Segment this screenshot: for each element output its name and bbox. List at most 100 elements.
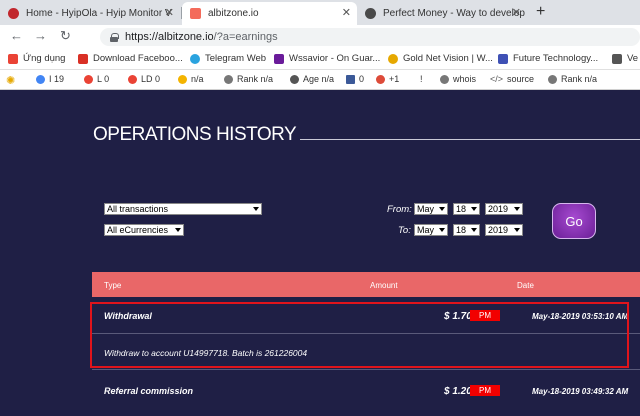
row-date: May-18-2019 03:49:32 AM <box>532 387 629 396</box>
albitzone-icon <box>190 8 201 19</box>
browser-toolbar: ← → ↻ https://albitzone.io/?a=earnings <box>0 25 640 49</box>
bookmark-telegram[interactable]: Telegram Web <box>190 53 266 64</box>
to-year-select[interactable]: 2019 <box>485 224 523 236</box>
ext-facebook[interactable]: 0 <box>346 74 364 84</box>
currency-select[interactable]: All eCurrencies <box>104 224 184 236</box>
seo-extension-bar: ✺ I 19 L 0 LD 0 n/a Rank n/a Age n/a 0 +… <box>0 70 640 90</box>
url-host: https://albitzone.io <box>125 31 214 43</box>
ext-age[interactable]: Age n/a <box>290 74 334 84</box>
new-tab-icon[interactable]: + <box>536 3 545 21</box>
transaction-type-select[interactable]: All transactions <box>104 203 262 215</box>
highlight-annotation-box <box>90 302 629 368</box>
globe-icon <box>365 8 376 19</box>
wssavior-icon <box>274 53 284 64</box>
bookmark-gold-net-vision[interactable]: Gold Net Vision | W... <box>388 53 493 64</box>
whois-icon <box>440 74 449 84</box>
bookmark-facebook-download[interactable]: Download Faceboo... <box>78 53 183 64</box>
facebook-icon <box>346 74 355 84</box>
bookmark-label: Ve <box>627 53 639 64</box>
select-value: All eCurrencies <box>107 225 169 235</box>
bookmark-label: Ứng dụng <box>23 53 66 64</box>
chevron-down-icon <box>439 207 445 211</box>
future-tech-icon <box>498 53 508 64</box>
ext-links[interactable]: L 0 <box>84 74 109 84</box>
chevron-down-icon <box>471 207 477 211</box>
to-month-select[interactable]: May <box>414 224 448 236</box>
chevron-down-icon <box>439 228 445 232</box>
bookmark-label: Telegram Web <box>205 53 267 64</box>
bookmark-apps[interactable]: Ứng dụng <box>8 53 65 64</box>
bookmark-label: Download Faceboo... <box>93 53 183 64</box>
ext-label: L 0 <box>97 74 110 84</box>
bookmark-wssavior[interactable]: Wssavior - On Guar... <box>274 53 380 64</box>
tab-perfect-money[interactable]: Perfect Money - Way to develop ✕ <box>357 2 527 25</box>
ext-whois[interactable]: whois <box>440 74 476 84</box>
url-path: /?a=earnings <box>213 31 278 43</box>
ext-google-index[interactable]: I 19 <box>36 74 64 84</box>
tab-albitzone[interactable]: albitzone.io ✕ <box>182 2 357 25</box>
bookmark-ve[interactable]: Ve <box>612 53 638 64</box>
bookmarks-bar: Ứng dụng Download Faceboo... Telegram We… <box>0 49 640 70</box>
column-header-type: Type <box>104 281 122 290</box>
bookmark-future-technology[interactable]: Future Technology... <box>498 53 598 64</box>
hyipola-icon <box>8 8 19 19</box>
download-icon <box>78 53 88 64</box>
ext-rank[interactable]: Rank n/a <box>224 74 273 84</box>
from-month-select[interactable]: May <box>414 203 448 215</box>
bookmark-label: Gold Net Vision | W... <box>403 53 493 64</box>
select-value: May <box>417 225 435 235</box>
close-icon[interactable]: ✕ <box>342 6 351 19</box>
ext-alert[interactable]: ! <box>420 74 423 84</box>
links-icon <box>84 74 93 84</box>
rank-icon <box>224 74 233 84</box>
tab-label: Home - HyipOla - Hyip Monitor V <box>26 8 172 19</box>
select-value: May <box>417 204 435 214</box>
back-icon[interactable]: ← <box>10 28 23 43</box>
forward-icon[interactable]: → <box>34 28 47 43</box>
lock-icon <box>110 32 119 42</box>
from-day-select[interactable]: 18 <box>453 203 480 215</box>
table-row: Referral commission $ 1.20 PM May-18-201… <box>92 384 640 400</box>
select-value: 18 <box>456 225 467 235</box>
column-header-amount: Amount <box>370 281 398 290</box>
ext-source[interactable]: </> source <box>490 74 534 84</box>
go-button[interactable]: Go <box>552 203 596 239</box>
row-divider <box>92 369 640 370</box>
ext-label: Rank n/a <box>561 74 598 84</box>
bookmark-label: Future Technology... <box>513 53 599 64</box>
from-year-select[interactable]: 2019 <box>485 203 523 215</box>
select-value: 2019 <box>488 204 509 214</box>
links-icon <box>128 74 137 84</box>
bookmark-icon <box>612 53 622 64</box>
google-plus-icon <box>376 74 385 84</box>
ext-google-plus[interactable]: +1 <box>376 74 399 84</box>
ext-label: 0 <box>359 74 365 84</box>
tab-bar: Home - HyipOla - Hyip Monitor V ✕ albitz… <box>0 0 640 25</box>
tab-hyipola[interactable]: Home - HyipOla - Hyip Monitor V ✕ <box>0 2 180 25</box>
to-label: To: <box>398 225 411 236</box>
metric-icon <box>178 74 187 84</box>
ext-linking-domains[interactable]: LD 0 <box>128 74 160 84</box>
column-header-date: Date <box>517 281 534 290</box>
chevron-down-icon <box>514 207 520 211</box>
rank-icon <box>548 74 557 84</box>
chevron-down-icon <box>253 207 259 211</box>
to-day-select[interactable]: 18 <box>453 224 480 236</box>
tab-label: Perfect Money - Way to develop <box>383 8 525 19</box>
address-bar[interactable]: https://albitzone.io/?a=earnings <box>100 28 640 46</box>
ext-label: n/a <box>191 74 204 84</box>
tab-label: albitzone.io <box>208 8 259 19</box>
ext-label: ! <box>420 74 423 84</box>
ext-na[interactable]: n/a <box>178 74 204 84</box>
select-value: All transactions <box>107 204 169 214</box>
row-type: Referral commission <box>104 386 194 396</box>
ext-label: Age n/a <box>303 74 335 84</box>
ext-label: +1 <box>389 74 400 84</box>
close-icon[interactable]: ✕ <box>512 6 521 19</box>
reload-icon[interactable]: ↻ <box>60 28 71 44</box>
ext-label: Rank n/a <box>237 74 274 84</box>
close-icon[interactable]: ✕ <box>165 6 174 19</box>
ext-rank-2[interactable]: Rank n/a <box>548 74 597 84</box>
gold-icon <box>388 53 398 64</box>
row-amount: $ 1.20 <box>444 386 472 397</box>
